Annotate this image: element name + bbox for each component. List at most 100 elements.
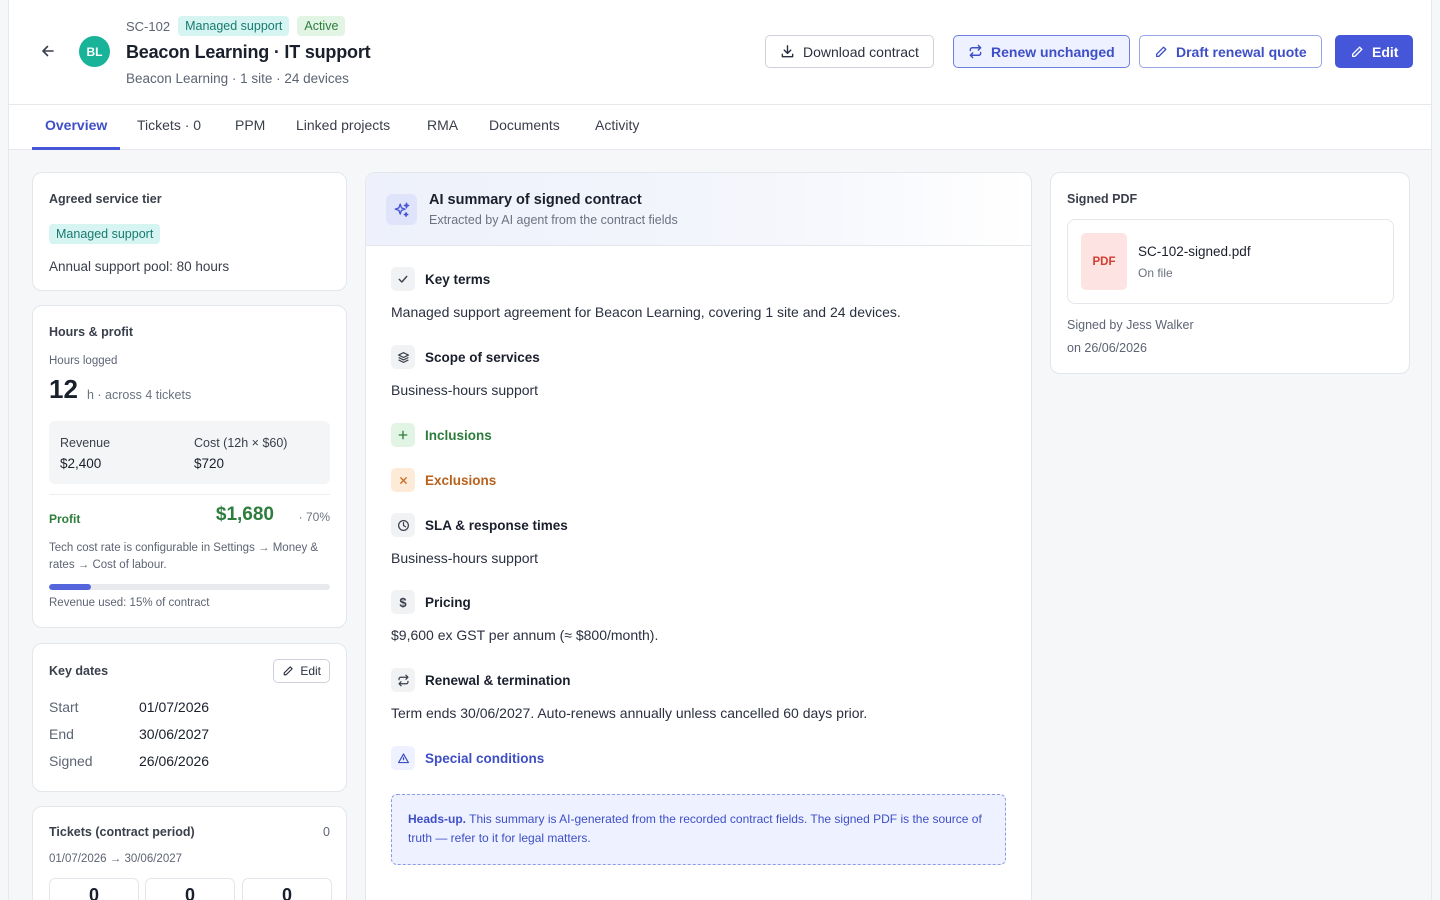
- tab-linked-projects[interactable]: Linked projects: [296, 117, 390, 133]
- app-frame: BL SC-102 Managed support Active Beacon …: [8, 0, 1432, 900]
- pencil-icon: [283, 666, 294, 676]
- signed-pdf-card: Signed PDF PDF SC-102-signed.pdf On file…: [1050, 172, 1410, 374]
- profit-label: Profit: [49, 512, 81, 526]
- repeat-icon: [969, 44, 982, 59]
- edit-dates-label: Edit: [300, 664, 321, 678]
- ai-summary-card: AI summary of signed contract Extracted …: [365, 172, 1032, 900]
- ticket-stat: 0: [49, 878, 139, 900]
- revenue-cost-box: Revenue $2,400 Cost (12h × $60) $720: [49, 421, 330, 484]
- tab-ppm[interactable]: PPM: [235, 117, 265, 133]
- pdf-file-link[interactable]: PDF SC-102-signed.pdf On file: [1067, 219, 1394, 304]
- cost-value: $720: [194, 456, 225, 471]
- repeat-icon: [391, 668, 415, 692]
- ticket-stat: 0: [145, 878, 235, 900]
- section-label: Renewal & termination: [425, 672, 571, 688]
- layers-icon: [391, 345, 415, 369]
- tab-rma[interactable]: RMA: [427, 117, 458, 133]
- section-label: Inclusions: [425, 427, 492, 443]
- hours-logged-unit: h · across 4 tickets: [87, 388, 192, 402]
- tab-documents[interactable]: Documents: [489, 117, 560, 133]
- profit-percent: · 70%: [298, 510, 330, 524]
- pdf-status: On file: [1138, 266, 1173, 280]
- section-special-conditions[interactable]: Special conditions: [391, 746, 544, 770]
- ticket-stat: 0: [242, 878, 332, 900]
- draft-renewal-quote-button[interactable]: Draft renewal quote: [1139, 35, 1322, 68]
- active-tab-indicator: [32, 147, 120, 150]
- sparkles-icon: [386, 194, 417, 225]
- section-pricing: $ Pricing: [391, 590, 471, 614]
- tab-overview[interactable]: Overview: [45, 117, 107, 133]
- tickets-period-range: 01/07/2026 → 30/06/2027: [49, 853, 183, 865]
- revenue-used-fill: [49, 584, 92, 590]
- section-exclusions[interactable]: Exclusions: [391, 468, 496, 492]
- hours-profit-title: Hours & profit: [49, 325, 134, 339]
- section-renewal: Renewal & termination: [391, 668, 571, 692]
- pdf-file-icon: PDF: [1081, 233, 1127, 290]
- tickets-period-title: Tickets (contract period): [49, 825, 195, 839]
- ai-summary-header: AI summary of signed contract Extracted …: [366, 173, 1031, 246]
- hours-profit-card: Hours & profit Hours logged 12 h · acros…: [32, 305, 347, 628]
- pdf-filename: SC-102-signed.pdf: [1138, 244, 1251, 259]
- ai-summary-title: AI summary of signed contract: [429, 192, 642, 208]
- pencil-icon: [1155, 46, 1167, 57]
- draft-renewal-quote-label: Draft renewal quote: [1176, 43, 1307, 60]
- divider: [49, 494, 330, 495]
- date-key: Signed: [49, 753, 93, 769]
- edit-button[interactable]: Edit: [1335, 35, 1414, 68]
- support-pool: Annual support pool: 80 hours: [49, 259, 230, 274]
- date-key: End: [49, 726, 74, 742]
- header-meta: SC-102 Managed support Active: [126, 16, 346, 36]
- section-scope: Scope of services: [391, 345, 540, 369]
- check-icon: [391, 267, 415, 291]
- signed-pdf-title: Signed PDF: [1067, 192, 1138, 206]
- dollar-icon: $: [391, 590, 415, 614]
- revenue-used-text: Revenue used: 15% of contract: [49, 597, 210, 609]
- avatar: BL: [79, 36, 110, 67]
- headsup-bold: Heads-up.: [408, 812, 467, 826]
- scope-text: Business-hours support: [391, 382, 539, 398]
- tech-cost-note: Tech cost rate is configurable in Settin…: [49, 542, 319, 571]
- tickets-period-card: Tickets (contract period) 0 01/07/2026 →…: [32, 806, 347, 900]
- signed-by: Signed by Jess Walker: [1067, 318, 1194, 332]
- back-button[interactable]: [37, 40, 59, 62]
- key-terms-text: Managed support agreement for Beacon Lea…: [391, 304, 901, 320]
- page-subtitle: Beacon Learning · 1 site · 24 devices: [126, 71, 349, 86]
- section-sla: SLA & response times: [391, 513, 568, 537]
- revenue-used-bar: [49, 584, 330, 590]
- plus-icon: [391, 423, 415, 447]
- tab-activity[interactable]: Activity: [595, 117, 639, 133]
- tab-bar: Overview Tickets · 0 PPM Linked projects…: [9, 105, 1431, 150]
- warning-icon: [391, 746, 415, 770]
- download-contract-button[interactable]: Download contract: [765, 35, 934, 68]
- edit-dates-button[interactable]: Edit: [273, 659, 330, 683]
- revenue-value: $2,400: [60, 456, 102, 471]
- renew-unchanged-button[interactable]: Renew unchanged: [953, 35, 1130, 68]
- x-icon: [391, 468, 415, 492]
- section-label: Exclusions: [425, 472, 497, 488]
- section-key-terms: Key terms: [391, 267, 490, 291]
- date-value: 26/06/2026: [139, 753, 210, 769]
- clock-icon: [391, 513, 415, 537]
- section-inclusions[interactable]: Inclusions: [391, 423, 492, 447]
- service-tier-card: Agreed service tier Managed support Annu…: [32, 172, 347, 291]
- page-header: BL SC-102 Managed support Active Beacon …: [9, 0, 1431, 105]
- edit-label: Edit: [1372, 43, 1399, 60]
- tab-tickets[interactable]: Tickets · 0: [137, 117, 201, 133]
- section-label: Scope of services: [425, 349, 540, 365]
- profit-value: $1,680: [215, 504, 274, 525]
- pricing-text: $9,600 ex GST per annum (≈ $800/month).: [391, 627, 659, 643]
- renewal-text: Term ends 30/06/2027. Auto-renews annual…: [391, 705, 868, 721]
- arrow-left-icon: [42, 45, 54, 57]
- section-label: SLA & response times: [425, 517, 568, 533]
- date-row-start: Start 01/07/2026: [49, 699, 209, 715]
- hours-logged-value: 12: [49, 374, 78, 404]
- page-title: Beacon Learning · IT support: [126, 42, 371, 62]
- hours-logged-label: Hours logged: [49, 355, 118, 367]
- ai-summary-subtitle: Extracted by AI agent from the contract …: [429, 213, 678, 227]
- download-contract-label: Download contract: [803, 43, 919, 60]
- date-value: 01/07/2026: [139, 699, 210, 715]
- tier-badge: Managed support: [49, 224, 161, 244]
- key-dates-card: Key dates Edit Start 01/07/2026 End 30/06/…: [32, 643, 347, 792]
- contract-code: SC-102: [126, 18, 171, 34]
- key-dates-title: Key dates: [49, 664, 109, 678]
